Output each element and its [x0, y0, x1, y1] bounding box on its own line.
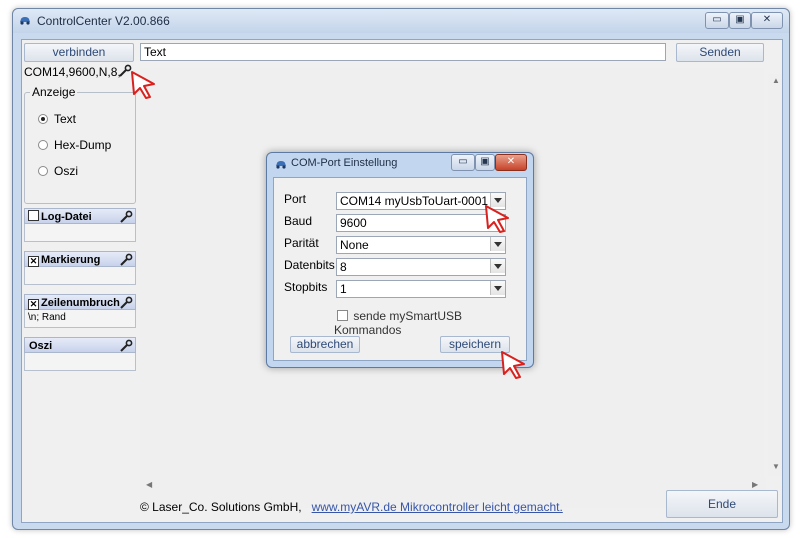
com-port-dialog: COM-Port Einstellung ▭ ▣ ✕ Port COM14 my… — [266, 152, 534, 368]
send-button[interactable]: Senden — [676, 43, 764, 62]
mouse-cursor-icon — [485, 205, 509, 233]
scroll-left-icon[interactable]: ◀ — [146, 480, 152, 489]
parity-label: Parität — [284, 236, 319, 250]
minimize-icon: ▭ — [712, 14, 722, 25]
panel-oszi-body — [24, 353, 136, 371]
footer-text: © Laser_Co. Solutions GmbH, www.myAVR.de… — [140, 500, 563, 514]
port-select-value: COM14 myUsbToUart-0001 — [336, 192, 506, 210]
stopbits-label: Stopbits — [284, 280, 328, 294]
display-group-title: Anzeige — [30, 85, 78, 99]
cancel-button[interactable]: abbrechen — [290, 336, 360, 353]
port-select[interactable]: COM14 myUsbToUart-0001 — [336, 192, 506, 210]
chevron-down-icon[interactable] — [490, 237, 505, 251]
stopbits-select[interactable]: 1 — [336, 280, 506, 298]
radio-text[interactable]: Text — [38, 112, 76, 126]
smartusb-checkbox-label: sende mySmartUSB Kommandos — [334, 309, 463, 337]
port-status-text: COM14,9600,N,8, — [24, 65, 121, 79]
panel-mark-header[interactable]: ✕ Markierung — [24, 251, 136, 267]
radio-hexdump-label: Hex-Dump — [54, 138, 112, 152]
mouse-cursor-icon — [501, 351, 525, 379]
mark-checkbox-checked[interactable]: ✕ — [28, 256, 39, 267]
parity-select[interactable]: None — [336, 236, 506, 254]
panel-log-header[interactable]: Log-Datei — [24, 208, 136, 224]
stopbits-select-value: 1 — [336, 280, 506, 298]
copyright-text: © Laser_Co. Solutions GmbH, — [140, 500, 302, 514]
maximize-icon: ▣ — [735, 14, 745, 25]
wrench-icon[interactable] — [119, 253, 133, 267]
panel-mark-body — [24, 267, 136, 285]
vertical-scrollbar[interactable]: ▲ ▼ — [768, 74, 782, 476]
panel-wrap-body: \n; Rand — [24, 310, 136, 328]
maximize-icon: ▣ — [480, 156, 490, 167]
scroll-right-icon[interactable]: ▶ — [752, 480, 758, 489]
panel-oszi-label: Oszi — [29, 340, 53, 352]
panel-wrap-label: Zeilenumbruch — [41, 297, 120, 309]
dialog-close-button[interactable]: ✕ — [495, 154, 527, 171]
radio-oszi[interactable]: Oszi — [38, 164, 78, 178]
log-checkbox[interactable] — [28, 210, 39, 221]
connect-button[interactable]: verbinden — [24, 43, 134, 62]
mouse-cursor-icon — [131, 71, 155, 99]
minimize-icon: ▭ — [458, 156, 468, 167]
end-button[interactable]: Ende — [666, 490, 778, 518]
dialog-minimize-button[interactable]: ▭ — [451, 154, 475, 171]
wrench-icon[interactable] — [119, 339, 133, 353]
baud-input[interactable]: 9600 — [336, 214, 506, 232]
panel-log-body — [24, 224, 136, 242]
databits-select-value: 8 — [336, 258, 506, 276]
parity-select-value: None — [336, 236, 506, 254]
chevron-down-icon[interactable] — [490, 259, 505, 273]
maximize-button[interactable]: ▣ — [729, 12, 751, 29]
smartusb-checkbox-row[interactable]: sende mySmartUSB Kommandos — [334, 309, 526, 337]
title-bar[interactable]: ControlCenter V2.00.866 ▭ ▣ ✕ — [13, 9, 789, 33]
radio-empty-icon — [38, 166, 48, 176]
chevron-down-icon[interactable] — [490, 281, 505, 295]
window-title: ControlCenter V2.00.866 — [37, 14, 170, 28]
panel-oszi-header[interactable]: Oszi — [24, 337, 136, 353]
radio-text-label: Text — [54, 112, 77, 126]
port-label: Port — [284, 192, 307, 206]
radio-oszi-label: Oszi — [54, 164, 78, 178]
dialog-maximize-button[interactable]: ▣ — [475, 154, 495, 171]
radio-hexdump[interactable]: Hex-Dump — [38, 138, 111, 152]
radio-empty-icon — [38, 140, 48, 150]
radio-selected-icon — [38, 114, 48, 124]
wrench-icon[interactable] — [119, 210, 133, 224]
close-icon: ✕ — [506, 156, 516, 167]
dialog-car-icon — [276, 161, 286, 169]
dialog-title: COM-Port Einstellung — [291, 157, 398, 169]
close-button[interactable]: ✕ — [751, 12, 783, 29]
smartusb-checkbox[interactable] — [337, 310, 348, 321]
panel-mark-label: Markierung — [41, 254, 101, 266]
baud-label: Baud — [284, 214, 313, 228]
send-text-input[interactable]: Text — [140, 43, 666, 61]
scroll-down-icon[interactable]: ▼ — [772, 462, 780, 471]
wrap-checkbox-checked[interactable]: ✕ — [28, 299, 39, 310]
panel-log-label: Log-Datei — [41, 211, 92, 223]
website-link[interactable]: www.myAVR.de Mikrocontroller leicht gema… — [312, 500, 563, 514]
panel-wrap-header[interactable]: ✕ Zeilenumbruch — [24, 294, 136, 310]
databits-label: Datenbits — [284, 258, 335, 272]
minimize-button[interactable]: ▭ — [705, 12, 729, 29]
wrench-icon[interactable] — [119, 296, 133, 310]
app-car-icon — [20, 17, 30, 25]
close-icon: ✕ — [762, 14, 772, 25]
databits-select[interactable]: 8 — [336, 258, 506, 276]
scroll-up-icon[interactable]: ▲ — [772, 76, 780, 85]
